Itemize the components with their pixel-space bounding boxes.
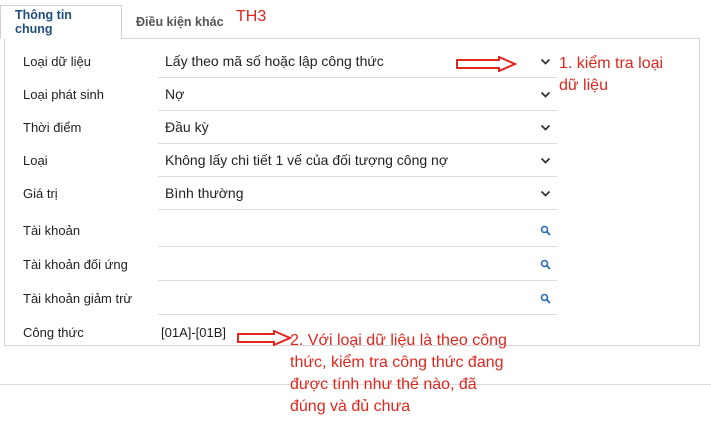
- chevron-down-icon[interactable]: [540, 89, 551, 100]
- deduction-account-lookup[interactable]: [158, 282, 557, 315]
- arising-type-value: Nợ: [165, 86, 185, 102]
- chevron-down-icon[interactable]: [540, 155, 551, 166]
- arising-type-label: Loại phát sinh: [23, 87, 104, 102]
- search-icon[interactable]: [540, 259, 551, 270]
- time-point-label: Thời điểm: [23, 120, 82, 135]
- chevron-down-icon[interactable]: [540, 56, 551, 67]
- annotation-note-2: 2. Với loại dữ liệu là theo công thức, k…: [290, 330, 507, 418]
- chevron-down-icon[interactable]: [540, 188, 551, 199]
- annotation-note-2-line3: được tính như thế nào, đã: [290, 376, 477, 393]
- time-point-select[interactable]: Đầu kỳ: [158, 111, 557, 144]
- row-arising-type: Loại phát sinh Nợ: [5, 78, 557, 111]
- annotation-note-2-line4: đúng và đủ chưa: [290, 398, 411, 415]
- data-type-value: Lấy theo mã số hoặc lập công thức: [165, 53, 384, 69]
- chevron-down-icon[interactable]: [540, 122, 551, 133]
- deduction-account-label: Tài khoản giảm trừ: [23, 291, 133, 306]
- kind-label: Loại: [23, 153, 48, 168]
- annotation-note-2-line1: 2. Với loại dữ liệu là theo công: [290, 332, 507, 349]
- annotation-note-1-line2: dữ liệu: [559, 77, 608, 94]
- search-icon[interactable]: [540, 225, 551, 236]
- kind-select[interactable]: Không lấy chi tiết 1 vế của đối tượng cô…: [158, 144, 557, 177]
- time-point-value: Đầu kỳ: [165, 119, 209, 135]
- case-tag: TH3: [236, 8, 267, 25]
- formula-label: Công thức: [23, 325, 84, 340]
- value-select[interactable]: Bình thường: [158, 177, 557, 210]
- search-icon[interactable]: [540, 293, 551, 304]
- annotation-note-1-line1: 1. kiểm tra loại: [559, 55, 664, 72]
- value-label: Giá trị: [23, 186, 58, 201]
- arising-type-select[interactable]: Nợ: [158, 78, 557, 111]
- contra-account-label: Tài khoản đối ứng: [23, 257, 128, 272]
- arrow-annotation-1: [456, 56, 517, 72]
- row-time-point: Thời điểm Đầu kỳ: [5, 111, 557, 144]
- data-type-label: Loại dữ liệu: [23, 54, 91, 69]
- kind-value: Không lấy chi tiết 1 vế của đối tượng cô…: [165, 152, 449, 168]
- arrow-annotation-2: [237, 330, 292, 346]
- row-value: Giá trị Bình thường: [5, 177, 557, 210]
- annotation-note-2-line2: thức, kiểm tra công thức đang: [290, 354, 504, 371]
- row-kind: Loại Không lấy chi tiết 1 vế của đối tượ…: [5, 144, 557, 177]
- contra-account-lookup[interactable]: [158, 248, 557, 281]
- row-contra-account: Tài khoản đối ứng: [5, 248, 557, 281]
- tab-other-conditions[interactable]: Điều kiện khác: [122, 5, 238, 39]
- formula-value: [01A]-[01B]: [161, 325, 227, 340]
- row-account: Tài khoản: [5, 214, 557, 247]
- tab-bar: Thông tin chung Điều kiện khác TH3: [0, 0, 711, 39]
- account-lookup[interactable]: [158, 214, 557, 247]
- row-deduction-account: Tài khoản giảm trừ: [5, 282, 557, 315]
- tab-general-info[interactable]: Thông tin chung: [0, 5, 122, 39]
- value-value: Bình thường: [165, 185, 244, 201]
- annotation-note-1: 1. kiểm tra loại dữ liệu: [559, 53, 663, 97]
- account-label: Tài khoản: [23, 223, 81, 238]
